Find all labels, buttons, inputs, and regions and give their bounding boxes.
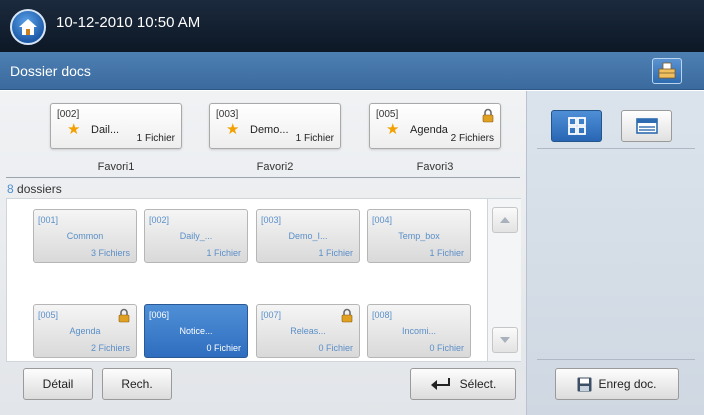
favorite-label-2: Favori2 [256,161,294,173]
folder-code: [004] [372,215,393,225]
home-button[interactable] [10,9,46,45]
folder-code: [005] [38,310,59,320]
star-icon: ★ [386,121,400,138]
favorite-code: [005] [376,109,399,120]
page-title: Dossier docs [10,63,91,79]
dossier-count-label: dossiers [13,182,62,196]
arrow-down-icon [500,337,510,343]
star-icon: ★ [226,121,240,138]
favorite-count: 1 Fichier [295,133,334,144]
favorite-button-2[interactable]: [003] ★ Demo... 1 Fichier [209,103,341,149]
folder-count: 0 Fichier [206,343,241,353]
folder-count: 1 Fichier [206,248,241,258]
folder-tile-selected[interactable]: [006] Notice... 0 Fichier [144,304,248,358]
folder-tile[interactable]: [005] Agenda 2 Fichiers [33,304,137,358]
paper-tray-button[interactable] [652,58,682,84]
favorite-button-3[interactable]: [005] ★ Agenda 2 Fichiers [369,103,501,149]
scroll-up-button[interactable] [492,207,518,233]
folder-code: [006] [149,310,170,320]
scrollbar[interactable] [487,199,521,361]
star-icon: ★ [67,121,81,138]
divider [537,148,695,149]
folder-code: [001] [38,215,59,225]
folder-name: Demo_I... [288,231,328,241]
folder-tile[interactable]: [004] Temp_box 1 Fichier [367,209,471,263]
folder-tile[interactable]: [003] Demo_I... 1 Fichier [256,209,360,263]
folder-name: Agenda [69,326,101,336]
enter-arrow-icon [430,378,450,390]
scroll-down-button[interactable] [492,327,518,353]
folder-tile[interactable]: [002] Daily_... 1 Fichier [144,209,248,263]
dossier-count-number: 8 [7,182,14,196]
folder-count: 1 Fichier [429,248,464,258]
favorite-name: Demo... [250,124,289,136]
folder-count: 2 Fichiers [90,343,130,353]
grid-view-icon [567,117,586,135]
folder-name: Temp_box [398,231,440,241]
select-button[interactable]: Sélect. [410,368,516,400]
detail-button[interactable]: Détail [23,368,93,400]
folder-count: 0 Fichier [318,343,353,353]
select-button-label: Sélect. [459,377,497,391]
favorite-count: 1 Fichier [136,133,175,144]
dossier-count: 8 dossiers [7,182,62,196]
floppy-disk-icon [577,377,592,391]
lock-icon [341,308,353,323]
folder-tile[interactable]: [001] Common 3 Fichiers [33,209,137,263]
favorite-label-1: Favori1 [97,161,135,173]
folder-panel: [002] ★ Dail... 1 Fichier Favori1 [003] … [0,91,526,415]
top-bar: 10-12-2010 10:50 AM [0,0,704,52]
favorite-button-1[interactable]: [002] ★ Dail... 1 Fichier [50,103,182,149]
divider [6,177,520,178]
view-panel: Enreg doc. [526,91,704,415]
lock-icon [482,108,494,123]
folder-name: Notice... [179,326,213,336]
folder-grid: [001] Common 3 Fichiers [002] Daily_... … [6,198,521,362]
folder-count: 0 Fichier [429,343,464,353]
folder-name: Common [66,231,104,241]
grid-view-button[interactable] [551,110,602,142]
favorite-code: [003] [216,109,239,120]
folder-tile[interactable]: [008] Incomi... 0 Fichier [367,304,471,358]
folder-code: [002] [149,215,170,225]
save-doc-button[interactable]: Enreg doc. [555,368,679,400]
home-icon [19,19,37,35]
list-view-icon [635,118,658,134]
datetime: 10-12-2010 10:50 AM [56,14,201,31]
divider [537,359,695,360]
save-doc-label: Enreg doc. [598,377,657,391]
title-bar: Dossier docs [0,52,704,90]
favorite-label-3: Favori3 [416,161,454,173]
paper-tray-icon [658,62,676,79]
favorite-count: 2 Fichiers [450,133,494,144]
folder-name: Releas... [290,326,326,336]
folder-count: 3 Fichiers [90,248,130,258]
folder-name: Daily_... [179,231,213,241]
favorite-name: Agenda [410,124,448,136]
lock-icon [118,308,130,323]
folder-name: Incomi... [401,326,436,336]
favorite-code: [002] [57,109,80,120]
list-view-button[interactable] [621,110,672,142]
arrow-up-icon [500,217,510,223]
folder-code: [007] [261,310,282,320]
folder-count: 1 Fichier [318,248,353,258]
folder-code: [003] [261,215,282,225]
search-button[interactable]: Rech. [102,368,172,400]
folder-code: [008] [372,310,393,320]
favorite-name: Dail... [91,124,120,136]
folder-tile[interactable]: [007] Releas... 0 Fichier [256,304,360,358]
